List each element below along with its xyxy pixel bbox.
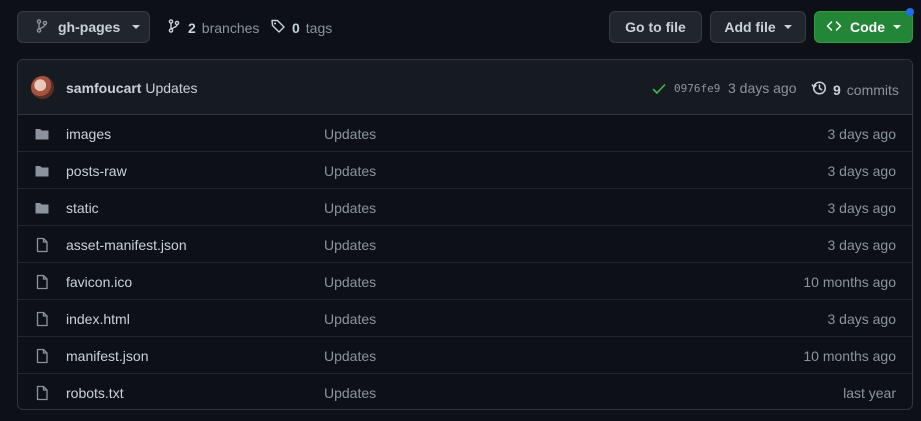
branches-count: 2 xyxy=(188,19,196,36)
file-name[interactable]: static xyxy=(66,200,99,216)
file-list: images Updates 3 days ago posts-raw Updates 3… xyxy=(18,115,912,409)
file-commit-message[interactable]: Updates xyxy=(324,200,376,216)
file-row[interactable]: static Updates 3 days ago xyxy=(18,189,912,226)
chevron-down-icon xyxy=(893,25,901,29)
chevron-down-icon xyxy=(132,25,141,29)
commit-author[interactable]: samfoucart xyxy=(66,80,141,96)
chevron-down-icon xyxy=(783,25,792,29)
file-commit-time: last year xyxy=(843,385,896,401)
add-file-label: Add file xyxy=(724,19,776,35)
file-row[interactable]: index.html Updates 3 days ago xyxy=(18,300,912,337)
tag-icon xyxy=(270,18,286,37)
file-commit-time: 10 months ago xyxy=(803,348,896,364)
file-commit-time: 3 days ago xyxy=(827,163,897,179)
file-commit-message[interactable]: Updates xyxy=(324,163,376,179)
tags-label: tags xyxy=(305,19,333,36)
file-commit-time: 10 months ago xyxy=(803,274,896,290)
file-commit-message[interactable]: Updates xyxy=(324,348,376,364)
file-row[interactable]: favicon.ico Updates 10 months ago xyxy=(18,263,912,300)
history-icon xyxy=(811,80,827,99)
file-commit-message[interactable]: Updates xyxy=(324,274,376,290)
commit-sha[interactable]: 0976fe9 xyxy=(674,82,720,95)
file-icon xyxy=(34,274,50,295)
branch-icon xyxy=(34,18,50,37)
file-icon xyxy=(34,237,50,258)
code-icon xyxy=(826,18,842,37)
file-commit-time: 3 days ago xyxy=(827,237,897,253)
file-row[interactable]: asset-manifest.json Updates 3 days ago xyxy=(18,226,912,263)
commit-message[interactable]: Updates xyxy=(145,80,197,96)
folder-icon xyxy=(34,163,50,184)
commits-link[interactable]: 9 commits xyxy=(811,80,899,99)
file-row[interactable]: posts-raw Updates 3 days ago xyxy=(18,152,912,189)
tags-link[interactable]: 0 tags xyxy=(270,18,332,37)
commits-label: commits xyxy=(846,81,899,98)
file-name[interactable]: manifest.json xyxy=(66,348,148,364)
file-commit-message[interactable]: Updates xyxy=(324,311,376,327)
commit-time: 3 days ago xyxy=(728,80,797,96)
code-button[interactable]: Code xyxy=(814,11,913,43)
branch-icon xyxy=(166,18,182,37)
check-icon[interactable] xyxy=(651,81,667,102)
commit-summary: samfoucart Updates xyxy=(66,80,198,96)
file-icon xyxy=(34,385,50,406)
branches-label: branches xyxy=(201,19,260,36)
go-to-file-label: Go to file xyxy=(625,19,686,35)
avatar[interactable] xyxy=(31,76,54,99)
tags-count: 0 xyxy=(292,19,300,36)
file-name[interactable]: images xyxy=(66,126,111,142)
file-commit-time: 3 days ago xyxy=(827,311,897,327)
file-row[interactable]: images Updates 3 days ago xyxy=(18,115,912,152)
branch-select-button[interactable]: gh-pages xyxy=(17,11,150,43)
repo-toolbar: gh-pages 2 branches 0 tags Go to file Ad… xyxy=(0,0,921,56)
file-commit-message[interactable]: Updates xyxy=(324,385,376,401)
file-browser: samfoucart Updates 0976fe9 3 days ago 9 … xyxy=(17,59,913,410)
file-name[interactable]: index.html xyxy=(66,311,130,327)
go-to-file-button[interactable]: Go to file xyxy=(609,11,702,43)
file-commit-message[interactable]: Updates xyxy=(324,126,376,142)
file-commit-time: 3 days ago xyxy=(827,126,897,142)
file-icon xyxy=(34,311,50,332)
add-file-button[interactable]: Add file xyxy=(710,11,806,43)
file-name[interactable]: robots.txt xyxy=(66,385,124,401)
file-row[interactable]: manifest.json Updates 10 months ago xyxy=(18,337,912,374)
latest-commit-bar: samfoucart Updates 0976fe9 3 days ago 9 … xyxy=(18,60,912,115)
commits-count: 9 xyxy=(833,81,841,98)
file-name[interactable]: posts-raw xyxy=(66,163,127,179)
file-commit-message[interactable]: Updates xyxy=(324,237,376,253)
code-label: Code xyxy=(850,19,885,35)
file-name[interactable]: favicon.ico xyxy=(66,274,132,290)
branch-name: gh-pages xyxy=(58,19,121,35)
file-icon xyxy=(34,348,50,369)
notification-dot xyxy=(906,8,914,16)
folder-icon xyxy=(34,126,50,147)
file-name[interactable]: asset-manifest.json xyxy=(66,237,187,253)
file-commit-time: 3 days ago xyxy=(827,200,897,216)
branches-link[interactable]: 2 branches xyxy=(166,18,259,37)
folder-icon xyxy=(34,200,50,221)
file-row[interactable]: robots.txt Updates last year xyxy=(18,374,912,409)
